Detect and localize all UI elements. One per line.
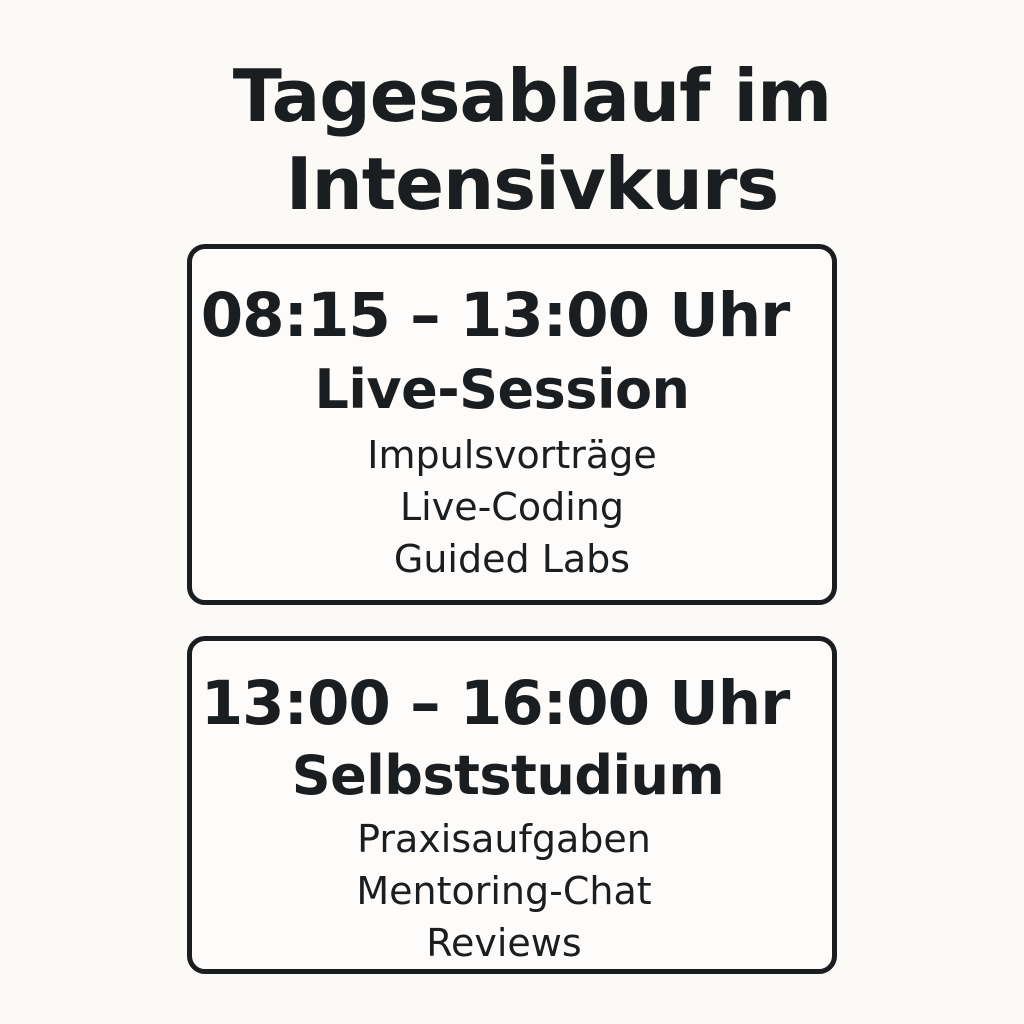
schedule-block-selbststudium: 13:00 – 16:00 Uhr Selbststudium Praxisau… (187, 636, 837, 974)
schedule-block-live-session: 08:15 – 13:00 Uhr Live-Session Impulsvor… (187, 244, 837, 605)
session-label: Live-Session (314, 358, 690, 421)
page-title: Tagesablauf im Intensivkurs (0, 52, 1024, 228)
time-range: 13:00 – 16:00 Uhr (200, 668, 791, 739)
activity-item: Live-Coding (400, 485, 624, 529)
activity-item: Reviews (426, 921, 582, 965)
activity-item: Impulsvorträge (367, 433, 657, 477)
activity-item: Mentoring-Chat (356, 869, 652, 913)
activity-list: Praxisaufgaben Mentoring-Chat Reviews (184, 813, 824, 969)
time-range: 08:15 – 13:00 Uhr (200, 280, 791, 351)
session-label: Selbststudium (291, 744, 725, 807)
activity-item: Praxisaufgaben (357, 817, 651, 861)
page-title-line-2: Intensivkurs (285, 142, 780, 226)
activity-item: Guided Labs (393, 537, 631, 581)
activity-list: Impulsvorträge Live-Coding Guided Labs (192, 429, 832, 585)
page-title-line-1: Tagesablauf im (232, 54, 832, 138)
